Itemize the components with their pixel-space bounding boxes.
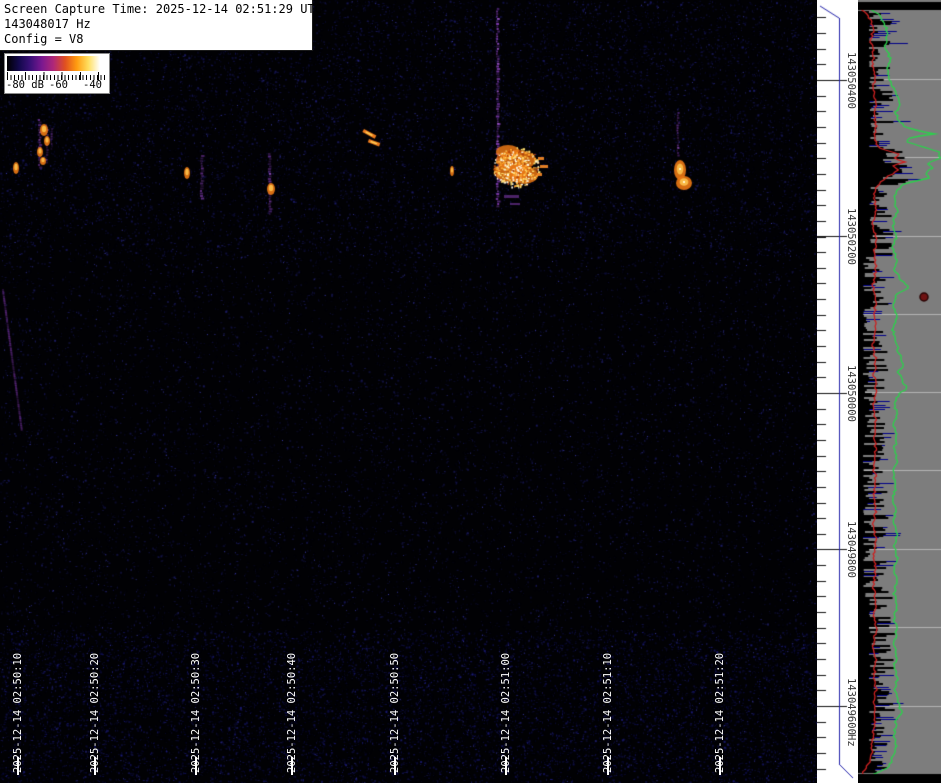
time-label: 2025-12-14 02:51:20 xyxy=(714,652,726,773)
capture-time-text: Screen Capture Time: 2025-12-14 02:51:29… xyxy=(4,2,322,16)
time-tick xyxy=(607,757,609,775)
time-label: 2025-12-14 02:51:10 xyxy=(602,652,614,773)
colorbar-label: -40 xyxy=(83,79,102,91)
info-box: Screen Capture Time: 2025-12-14 02:51:29… xyxy=(0,0,322,51)
config-text: Config = V8 xyxy=(4,32,84,46)
time-label: 2025-12-14 02:50:50 xyxy=(389,652,401,773)
colorbar-gradient xyxy=(7,56,100,71)
time-tick xyxy=(94,757,96,775)
freq-label: Hz xyxy=(845,733,857,747)
time-label: 2025-12-14 02:50:40 xyxy=(286,652,298,773)
time-label: 2025-12-14 02:50:10 xyxy=(12,652,24,773)
spectrum-panel-canvas xyxy=(858,0,941,783)
freq-label: 143049800 xyxy=(845,520,857,578)
freq-label: 143050000 xyxy=(845,364,857,422)
time-tick xyxy=(195,757,197,775)
spectrogram-app-window: 2025-12-14 02:50:10 2025-12-14 02:50:20 20… xyxy=(0,0,941,783)
waterfall-spectrogram-canvas xyxy=(0,0,817,783)
time-tick xyxy=(291,757,293,775)
center-frequency-text: 143048017 Hz xyxy=(4,17,91,31)
freq-label: 143050400 xyxy=(845,51,857,109)
freq-label: 143049600 xyxy=(845,677,857,735)
time-label: 2025-12-14 02:50:30 xyxy=(190,652,202,773)
time-label: 2025-12-14 02:51:00 xyxy=(500,652,512,773)
colorbar-label: -60 xyxy=(49,79,68,91)
time-tick xyxy=(505,757,507,775)
time-tick xyxy=(719,757,721,775)
time-tick xyxy=(17,757,19,775)
colorbar-label: -80 dB xyxy=(6,79,44,91)
time-tick xyxy=(394,757,396,775)
colorbar: -80 dB -60 -40 xyxy=(4,53,110,94)
freq-label: 143050200 xyxy=(845,207,857,265)
time-label: 2025-12-14 02:50:20 xyxy=(89,652,101,773)
